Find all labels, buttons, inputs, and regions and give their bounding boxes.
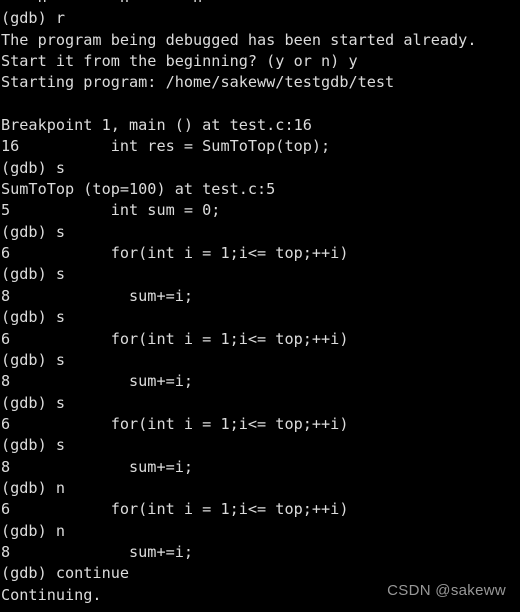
csdn-watermark: CSDN @sakeww (387, 582, 506, 599)
terminal-line: 6 for(int i = 1;i<= top;++i) (1, 414, 349, 433)
terminal-line: Start it from the beginning? (y or n) y (1, 52, 358, 71)
terminal-line: 6 for(int i = 1;i<= top;++i) (1, 244, 349, 263)
terminal-line: (gdb) s (1, 158, 66, 177)
terminal-line: 16 int res = SumToTop(top); (1, 137, 331, 156)
terminal-line: (gdb) n (1, 521, 66, 540)
terminal-line: Breakpoint 1, main () at test.c:16 (1, 116, 312, 135)
terminal-line: 6 for(int i = 1;i<= top;++i) (1, 329, 349, 348)
terminal-line: SumToTop (top=100) at test.c:5 (1, 180, 276, 199)
terminal-line: (gdb) n (1, 478, 66, 497)
terminal-line: 8 sum+=i; (1, 286, 194, 305)
terminal-line: (gdb) s (1, 436, 66, 455)
terminal-line: (gdb) r (1, 9, 66, 28)
terminal-line: 8 sum+=i; (1, 542, 194, 561)
terminal-line: n n n (0, 0, 520, 8)
terminal-line: (gdb) s (1, 308, 66, 327)
terminal-line: 8 sum+=i; (1, 372, 194, 391)
terminal-line: Starting program: /home/sakeww/testgdb/t… (1, 73, 395, 92)
terminal-line: 6 for(int i = 1;i<= top;++i) (1, 500, 349, 519)
terminal-line: (gdb) s (1, 393, 66, 412)
terminal-output[interactable]: n n n (gdb) r The program being debugged… (0, 0, 520, 612)
terminal-line: 8 sum+=i; (1, 457, 194, 476)
terminal-line: (gdb) s (1, 350, 66, 369)
terminal-line: The program being debugged has been star… (1, 30, 477, 49)
terminal-line: (gdb) s (1, 222, 66, 241)
terminal-line: (gdb) s (1, 265, 66, 284)
terminal-line: 5 int sum = 0; (1, 201, 221, 220)
terminal-window: n n n (gdb) r The program being debugged… (0, 0, 520, 612)
